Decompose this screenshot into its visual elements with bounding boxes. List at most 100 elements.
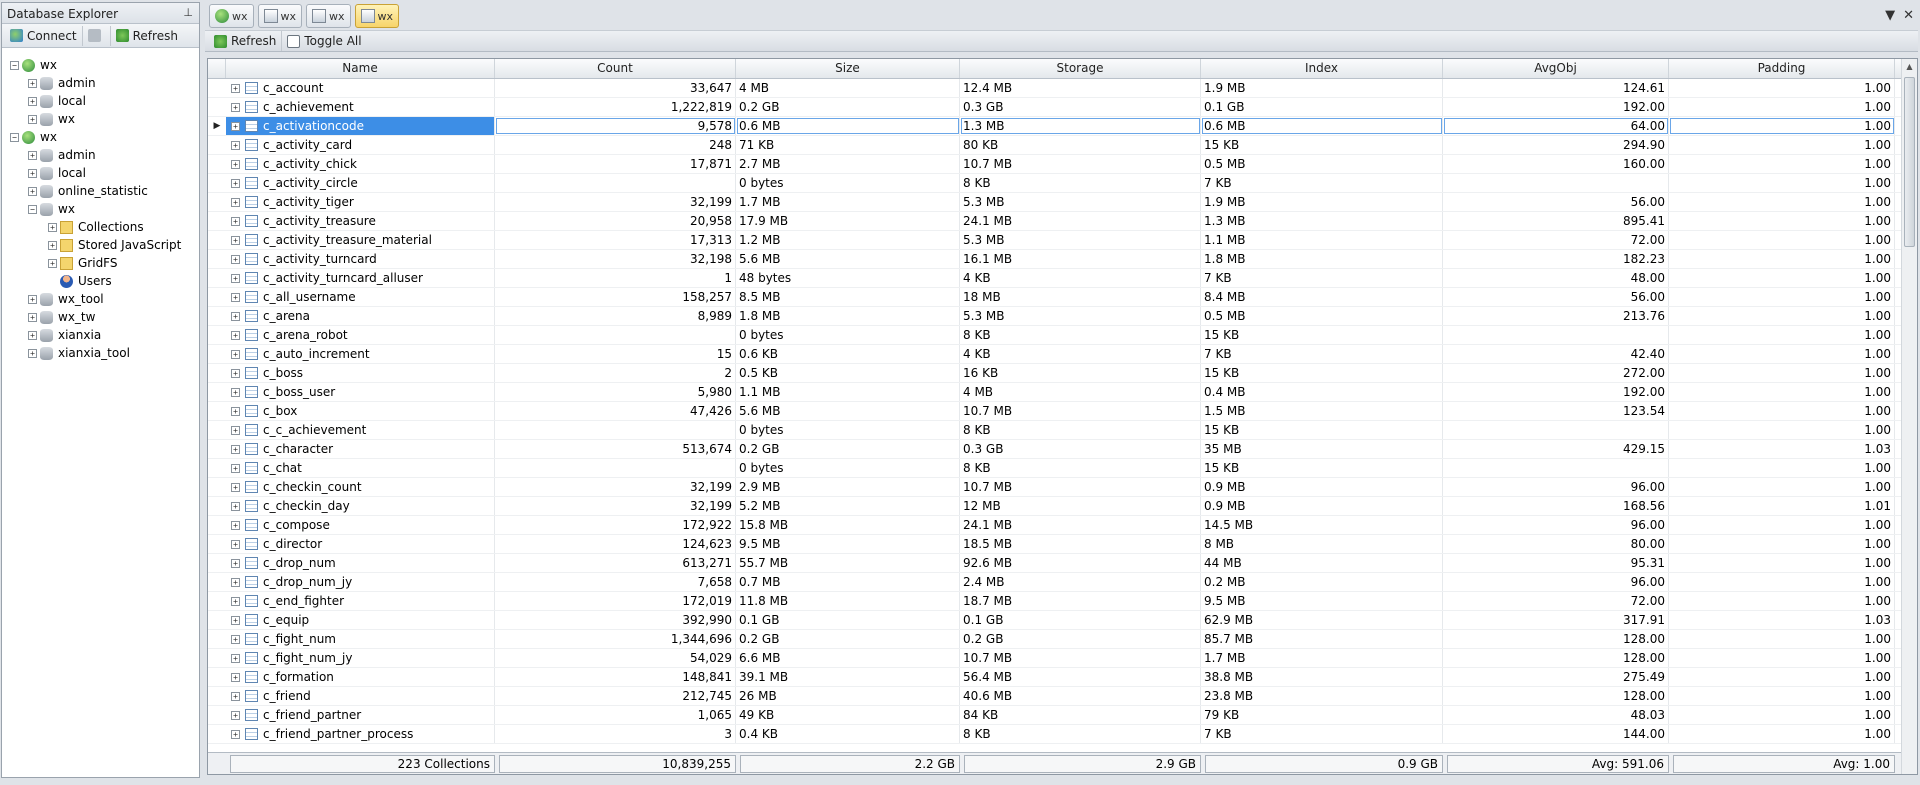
cell-size[interactable]: 55.7 MB (736, 554, 960, 572)
cell-padding[interactable]: 1.00 (1669, 212, 1895, 230)
cell-padding[interactable]: 1.00 (1669, 326, 1895, 344)
cell-index[interactable]: 15 KB (1201, 364, 1443, 382)
tab-2[interactable]: wx (306, 4, 351, 28)
cell-storage[interactable]: 4 KB (960, 269, 1201, 287)
cell-padding[interactable]: 1.00 (1669, 516, 1895, 534)
cell-count[interactable]: 158,257 (495, 288, 736, 306)
cell-padding[interactable]: 1.03 (1669, 440, 1895, 458)
cell-count[interactable]: 32,198 (495, 250, 736, 268)
expand-row-icon[interactable]: + (231, 444, 240, 454)
cell-padding[interactable]: 1.00 (1669, 250, 1895, 268)
tree-node-db[interactable]: − wx (28, 200, 75, 218)
cell-count[interactable]: 47,426 (495, 402, 736, 420)
vertical-scrollbar[interactable]: ▲ (1901, 59, 1917, 774)
cell-index[interactable]: 8.4 MB (1201, 288, 1443, 306)
cell-index[interactable]: 1.8 MB (1201, 250, 1443, 268)
cell-index[interactable]: 0.9 MB (1201, 478, 1443, 496)
cell-size[interactable]: 39.1 MB (736, 668, 960, 686)
expand-row-icon[interactable]: + (231, 482, 240, 492)
expander-icon[interactable]: + (28, 312, 37, 322)
scroll-thumb[interactable] (1904, 77, 1915, 247)
cell-index[interactable]: 7 KB (1201, 345, 1443, 363)
cell-count[interactable]: 148,841 (495, 668, 736, 686)
cell-storage[interactable]: 8 KB (960, 725, 1201, 743)
cell-index[interactable]: 0.5 MB (1201, 155, 1443, 173)
cell-index[interactable]: 85.7 MB (1201, 630, 1443, 648)
cell-name[interactable]: + c_checkin_count (226, 478, 495, 496)
table-row[interactable]: + c_checkin_day 32,199 5.2 MB 12 MB 0.9 MB 168… (208, 497, 1917, 516)
cell-name[interactable]: + c_achievement (226, 98, 495, 116)
expand-row-icon[interactable]: + (231, 83, 240, 93)
cell-size[interactable]: 4 MB (736, 79, 960, 97)
cell-count[interactable]: 15 (495, 345, 736, 363)
cell-name[interactable]: + c_box (226, 402, 495, 420)
cell-storage[interactable]: 0.2 GB (960, 630, 1201, 648)
table-row[interactable]: + c_activity_chick 17,871 2.7 MB 10.7 MB 0.5 … (208, 155, 1917, 174)
cell-avgobj[interactable]: 317.91 (1443, 611, 1669, 629)
cell-count[interactable]: 1,065 (495, 706, 736, 724)
cell-storage[interactable]: 8 KB (960, 326, 1201, 344)
tree-node-folder[interactable]: + GridFS (48, 254, 118, 272)
expand-row-icon[interactable]: + (231, 501, 240, 511)
cell-size[interactable]: 49 KB (736, 706, 960, 724)
column-header-name[interactable]: Name (226, 59, 495, 78)
cell-size[interactable]: 9.5 MB (736, 535, 960, 553)
cell-storage[interactable]: 8 KB (960, 459, 1201, 477)
cell-count[interactable]: 1 (495, 269, 736, 287)
cell-index[interactable]: 1.3 MB (1201, 212, 1443, 230)
cell-avgobj[interactable] (1443, 459, 1669, 477)
cell-padding[interactable]: 1.00 (1669, 307, 1895, 325)
expand-row-icon[interactable]: + (231, 387, 240, 397)
expand-row-icon[interactable]: + (231, 216, 240, 226)
cell-name[interactable]: + c_account (226, 79, 495, 97)
cell-storage[interactable]: 16.1 MB (960, 250, 1201, 268)
cell-padding[interactable]: 1.00 (1669, 155, 1895, 173)
cell-index[interactable]: 1.1 MB (1201, 231, 1443, 249)
cell-count[interactable]: 17,871 (495, 155, 736, 173)
cell-name[interactable]: + c_activity_turncard (226, 250, 495, 268)
cell-name[interactable]: + c_activity_treasure (226, 212, 495, 230)
expand-row-icon[interactable]: + (231, 672, 240, 682)
cell-padding[interactable]: 1.01 (1669, 497, 1895, 515)
cell-avgobj[interactable]: 80.00 (1443, 535, 1669, 553)
cell-size[interactable]: 1.7 MB (736, 193, 960, 211)
cell-index[interactable]: 15 KB (1201, 136, 1443, 154)
cell-size[interactable]: 71 KB (736, 136, 960, 154)
table-row[interactable]: + c_activity_treasure 20,958 17.9 MB 24.1 MB… (208, 212, 1917, 231)
cell-size[interactable]: 0.7 MB (736, 573, 960, 591)
cell-name[interactable]: + c_c_achievement (226, 421, 495, 439)
cell-count[interactable]: 32,199 (495, 497, 736, 515)
cell-index[interactable]: 62.9 MB (1201, 611, 1443, 629)
expander-icon[interactable]: − (10, 60, 19, 70)
cell-padding[interactable]: 1.00 (1669, 383, 1895, 401)
cell-padding[interactable]: 1.00 (1669, 573, 1895, 591)
expander-icon[interactable]: + (48, 240, 57, 250)
cell-name[interactable]: + c_friend (226, 687, 495, 705)
tree-node-db[interactable]: + wx (28, 110, 75, 128)
expand-row-icon[interactable]: + (231, 520, 240, 530)
table-row[interactable]: + c_account 33,647 4 MB 12.4 MB 1.9 MB 124.61 1… (208, 79, 1917, 98)
cell-storage[interactable]: 56.4 MB (960, 668, 1201, 686)
cell-size[interactable]: 6.6 MB (736, 649, 960, 667)
cell-index[interactable]: 44 MB (1201, 554, 1443, 572)
column-header-size[interactable]: Size (736, 59, 960, 78)
cell-index[interactable]: 38.8 MB (1201, 668, 1443, 686)
table-row[interactable]: + c_auto_increment 15 0.6 KB 4 KB 7 KB 42.40 1.… (208, 345, 1917, 364)
cell-storage[interactable]: 10.7 MB (960, 155, 1201, 173)
cell-count[interactable]: 392,990 (495, 611, 736, 629)
cell-name[interactable]: + c_checkin_day (226, 497, 495, 515)
cell-size[interactable]: 26 MB (736, 687, 960, 705)
expander-icon[interactable]: + (48, 258, 57, 268)
cell-name[interactable]: + c_formation (226, 668, 495, 686)
cell-count[interactable]: 33,647 (495, 79, 736, 97)
cell-index[interactable]: 0.4 MB (1201, 383, 1443, 401)
cell-name[interactable]: + c_boss_user (226, 383, 495, 401)
column-header-avgobj[interactable]: AvgObj (1443, 59, 1669, 78)
cell-padding[interactable]: 1.00 (1669, 136, 1895, 154)
expand-row-icon[interactable]: + (231, 577, 240, 587)
cell-storage[interactable]: 8 KB (960, 174, 1201, 192)
cell-padding[interactable]: 1.00 (1669, 402, 1895, 420)
expander-icon[interactable]: + (28, 114, 37, 124)
cell-storage[interactable]: 5.3 MB (960, 193, 1201, 211)
cell-padding[interactable]: 1.00 (1669, 364, 1895, 382)
